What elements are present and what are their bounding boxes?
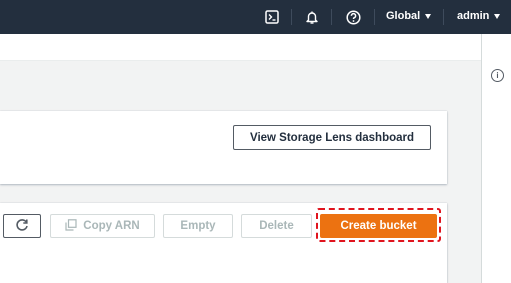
bell-icon[interactable] (303, 8, 321, 26)
storage-lens-panel: View Storage Lens dashboard (0, 111, 447, 184)
chevron-down-icon (425, 13, 432, 19)
refresh-button[interactable] (3, 214, 41, 238)
view-storage-lens-dashboard-button[interactable]: View Storage Lens dashboard (233, 125, 431, 150)
copy-arn-button[interactable]: Copy ARN (50, 214, 155, 238)
cloudshell-icon[interactable] (263, 8, 281, 26)
breadcrumb-bar (0, 34, 481, 61)
region-label: Global (386, 10, 421, 22)
top-navigation-bar: Global admin (0, 0, 511, 34)
nav-divider (443, 9, 444, 25)
help-icon[interactable] (344, 8, 362, 26)
empty-button[interactable]: Empty (163, 214, 233, 238)
copy-icon (65, 218, 77, 234)
nav-divider (374, 9, 375, 25)
copy-arn-label: Copy ARN (83, 220, 140, 232)
region-selector[interactable]: Global (386, 10, 432, 22)
delete-button[interactable]: Delete (241, 214, 312, 238)
nav-divider (291, 9, 292, 25)
account-menu[interactable]: admin (457, 10, 501, 22)
user-label: admin (457, 10, 490, 22)
nav-divider (331, 9, 332, 25)
chevron-down-icon (494, 13, 501, 19)
create-bucket-highlight (316, 208, 441, 242)
info-icon[interactable]: i (491, 69, 504, 82)
refresh-icon (15, 218, 29, 235)
